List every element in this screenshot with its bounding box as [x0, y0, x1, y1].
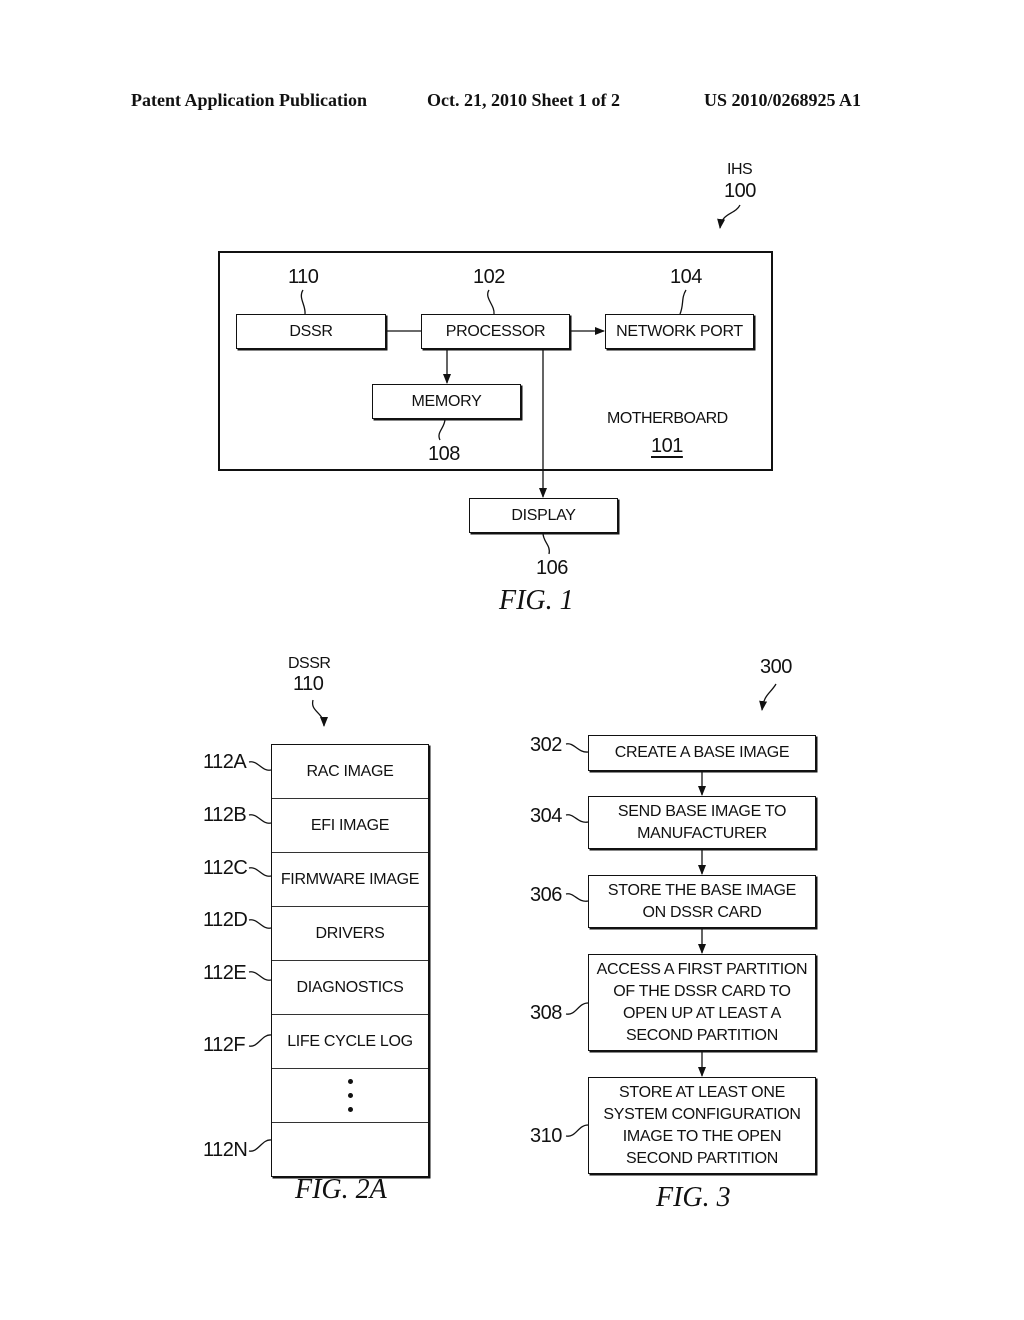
dssr-block-label: DSSR [289, 322, 333, 340]
leader-108 [438, 418, 446, 441]
step-text-line: ON DSSR CARD [642, 903, 762, 921]
step-308-box: ACCESS A FIRST PARTITION OF THE DSSR CAR… [588, 954, 816, 1051]
leader-112F [248, 1034, 272, 1047]
step-text-line: SEND BASE IMAGE TO [617, 802, 787, 820]
step-text-line: MANUFACTURER [637, 824, 767, 842]
step-304-box: SEND BASE IMAGE TO MANUFACTURER [588, 796, 816, 849]
ellipsis-dot [347, 1093, 353, 1098]
ellipsis-dot [347, 1107, 353, 1112]
partition-rac-image: RAC IMAGE [272, 745, 428, 799]
partition-ellipsis [272, 1069, 428, 1123]
leader-104 [679, 289, 687, 315]
ref-112D: 112D [203, 909, 248, 931]
partition-label: EFI IMAGE [310, 816, 390, 834]
step-306-box: STORE THE BASE IMAGE ON DSSR CARD [588, 875, 816, 928]
fig3-caption: FIG. 3 [656, 1182, 731, 1213]
leader-112E [248, 971, 272, 981]
partition-drivers: DRIVERS [272, 907, 428, 961]
dssr-ref: 110 [288, 266, 319, 288]
fig1-caption: FIG. 1 [499, 585, 574, 616]
leader-304 [565, 814, 589, 823]
display-block: DISPLAY [469, 498, 618, 533]
leader-110 [300, 289, 306, 315]
processor-ref: 102 [473, 266, 505, 288]
step-text-line: CREATE A BASE IMAGE [614, 744, 790, 761]
connector-lines [218, 204, 777, 1152]
memory-block-label: MEMORY [411, 392, 482, 410]
leader-112D [248, 919, 272, 929]
partition-diagnostics: DIAGNOSTICS [272, 961, 428, 1015]
ihs-ref: 100 [724, 180, 756, 202]
display-ref: 106 [536, 557, 568, 579]
partition-n [272, 1123, 428, 1176]
fig2a-title: DSSR [288, 655, 331, 672]
partition-label: DRIVERS [315, 924, 385, 942]
memory-ref: 108 [428, 443, 460, 465]
partition-label: RAC IMAGE [306, 762, 394, 780]
leader-112B [248, 814, 272, 824]
fig2a-ref: 110 [293, 673, 324, 695]
dssr-block: DSSR [236, 314, 386, 349]
partition-firmware-image: FIRMWARE IMAGE [272, 853, 428, 907]
partition-label: DIAGNOSTICS [296, 978, 404, 996]
ref-112F: 112F [203, 1034, 246, 1056]
motherboard-ref: 101 [651, 435, 683, 457]
leader-306 [565, 893, 589, 902]
ihs-pointer-arrow [717, 204, 741, 229]
processor-block: PROCESSOR [421, 314, 570, 349]
ref-112B: 112B [203, 804, 247, 826]
step-text-line: STORE AT LEAST ONE [619, 1083, 785, 1101]
ref-112E: 112E [203, 962, 247, 984]
partition-life-cycle-log: LIFE CYCLE LOG [272, 1015, 428, 1069]
step-text-line: IMAGE TO THE OPEN [622, 1127, 782, 1145]
fig3-ref: 300 [760, 656, 792, 678]
step-text-line: SECOND PARTITION [626, 1149, 778, 1167]
memory-block: MEMORY [372, 384, 521, 419]
step-302-box: CREATE A BASE IMAGE [588, 735, 816, 771]
display-block-label: DISPLAY [511, 506, 576, 524]
flow-300-pointer-arrow [759, 683, 777, 711]
ref-308: 308 [530, 1002, 562, 1024]
step-310-box: STORE AT LEAST ONE SYSTEM CONFIGURATION … [588, 1077, 816, 1174]
network-port-block: NETWORK PORT [605, 314, 754, 349]
ihs-label: IHS [727, 161, 753, 178]
partition-label: FIRMWARE IMAGE [280, 870, 420, 888]
step-text-line: OF THE DSSR CARD TO [613, 982, 791, 1000]
ref-306: 306 [530, 884, 562, 906]
partition-label: LIFE CYCLE LOG [287, 1032, 413, 1050]
ellipsis-dot [347, 1079, 353, 1084]
ref-112N: 112N [203, 1139, 248, 1161]
leader-112A [248, 761, 272, 771]
step-text-line: OPEN UP AT LEAST A [623, 1004, 781, 1022]
leader-112C [248, 867, 272, 877]
leader-102 [487, 289, 495, 315]
leader-106 [542, 532, 550, 555]
dssr-partition-stack: RAC IMAGE EFI IMAGE FIRMWARE IMAGE DRIVE… [271, 744, 429, 1177]
leader-302 [565, 743, 589, 753]
step-text-line: STORE THE BASE IMAGE [607, 881, 797, 899]
fig2a-caption: FIG. 2A [295, 1174, 387, 1205]
ref-304: 304 [530, 805, 562, 827]
processor-block-label: PROCESSOR [445, 322, 546, 340]
network-port-ref: 104 [670, 266, 702, 288]
network-port-block-label: NETWORK PORT [616, 322, 743, 340]
partition-efi-image: EFI IMAGE [272, 799, 428, 853]
dssr-pointer-arrow [311, 699, 328, 727]
leader-308 [565, 1002, 589, 1015]
leader-310 [565, 1124, 589, 1137]
step-text-line: SYSTEM CONFIGURATION [603, 1105, 801, 1123]
step-text-line: SECOND PARTITION [626, 1026, 778, 1044]
ref-112A: 112A [203, 751, 247, 773]
ref-112C: 112C [203, 857, 248, 879]
step-text-line: ACCESS A FIRST PARTITION [596, 960, 808, 978]
leader-112N [248, 1139, 272, 1152]
ref-310: 310 [530, 1125, 562, 1147]
motherboard-label: MOTHERBOARD [607, 410, 728, 427]
ref-302: 302 [530, 734, 562, 756]
